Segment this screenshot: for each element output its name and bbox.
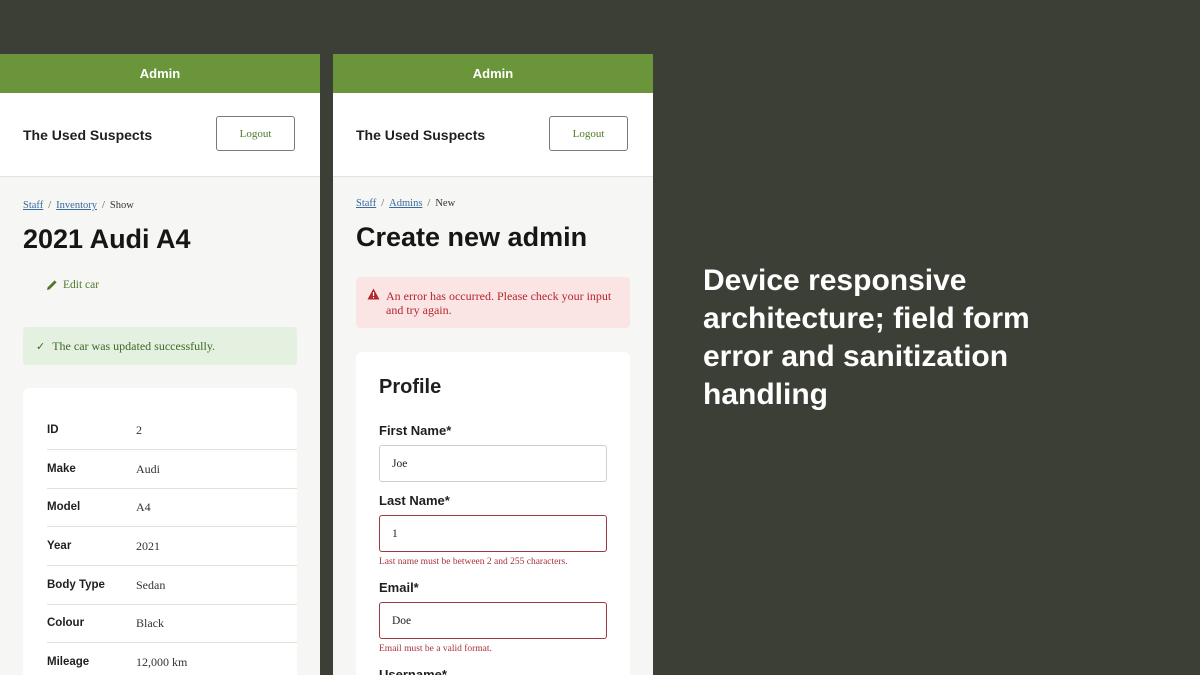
first-name-label: First Name* [379,423,452,438]
edit-car-label: Edit car [63,279,100,291]
last-name-input[interactable] [379,515,607,552]
breadcrumb-staff-link[interactable]: Staff [23,200,43,211]
detail-value: 2 [136,422,142,437]
detail-value: 12,000 km [136,654,188,669]
email-input[interactable] [379,602,607,639]
detail-label: ID [47,424,59,436]
logout-button[interactable]: Logout [216,116,295,151]
check-icon: ✓ [36,340,46,353]
detail-row: ID 2 [47,411,297,450]
first-name-input[interactable] [379,445,607,482]
detail-label: Mileage [47,656,90,668]
logout-button[interactable]: Logout [549,116,628,151]
site-header: The Used Suspects Logout [333,93,653,177]
warning-icon [367,288,380,300]
tagline: Device responsive architecture; field fo… [703,264,1030,411]
detail-row: Body Type Sedan [47,566,297,605]
error-message: An error has occurred. Please check your… [386,289,612,317]
breadcrumb: Staff / Admins / New [356,198,455,209]
detail-row: Make Audi [47,450,297,489]
detail-label: Body Type [47,579,105,591]
breadcrumb-inventory-link[interactable]: Inventory [56,200,97,211]
profile-form-card: Profile First Name* Last Name* Last name… [356,352,630,675]
create-admin-screen: Admin The Used Suspects Logout Staff / Adm… [333,54,653,675]
detail-value: A4 [136,499,151,514]
brand-name[interactable]: The Used Suspects [356,127,485,143]
detail-value: Black [136,615,164,630]
page-title: Create new admin [356,222,588,252]
section-title: Profile [379,376,442,398]
detail-label: Colour [47,617,85,629]
breadcrumb-separator: / [427,198,431,209]
success-alert: ✓ The car was updated successfully. [23,327,297,365]
detail-row: Year 2021 [47,527,297,566]
admin-topbar: Admin [0,54,320,93]
site-header: The Used Suspects Logout [0,93,320,177]
breadcrumb: Staff / Inventory / Show [23,200,134,211]
error-alert: An error has occurred. Please check your… [356,277,630,328]
detail-row: Colour Black [47,604,297,643]
detail-value: Audi [136,461,160,476]
breadcrumb-current: Show [109,200,134,211]
last-name-label: Last Name* [379,493,450,508]
breadcrumb-admins-link[interactable]: Admins [389,198,422,209]
detail-label: Year [47,540,72,552]
detail-label: Make [47,463,76,475]
page-title: 2021 Audi A4 [23,224,191,254]
detail-label: Model [47,501,81,513]
breadcrumb-staff-link[interactable]: Staff [356,198,376,209]
breadcrumb-separator: / [48,200,52,211]
detail-row: Mileage 12,000 km [47,643,297,675]
brand-name[interactable]: The Used Suspects [23,127,152,143]
admin-topbar: Admin [333,54,653,93]
email-error: Email must be a valid format. [379,644,492,654]
edit-car-link[interactable]: Edit car [46,279,99,291]
car-details-screen: Admin The Used Suspects Logout Staff / Inv… [0,54,320,675]
breadcrumb-current: New [435,198,456,209]
success-message: The car was updated successfully. [52,338,216,353]
last-name-error: Last name must be between 2 and 255 char… [379,557,568,567]
breadcrumb-separator: / [101,200,105,211]
detail-value: 2021 [136,538,160,553]
car-details-card: ID 2 Make Audi Model A4 Year 2021 Body T… [23,388,297,675]
username-label: Username* [379,667,447,675]
breadcrumb-separator: / [381,198,385,209]
detail-row: Model A4 [47,488,297,527]
pencil-icon [47,280,57,290]
detail-value: Sedan [136,577,166,592]
email-label: Email* [379,580,419,595]
